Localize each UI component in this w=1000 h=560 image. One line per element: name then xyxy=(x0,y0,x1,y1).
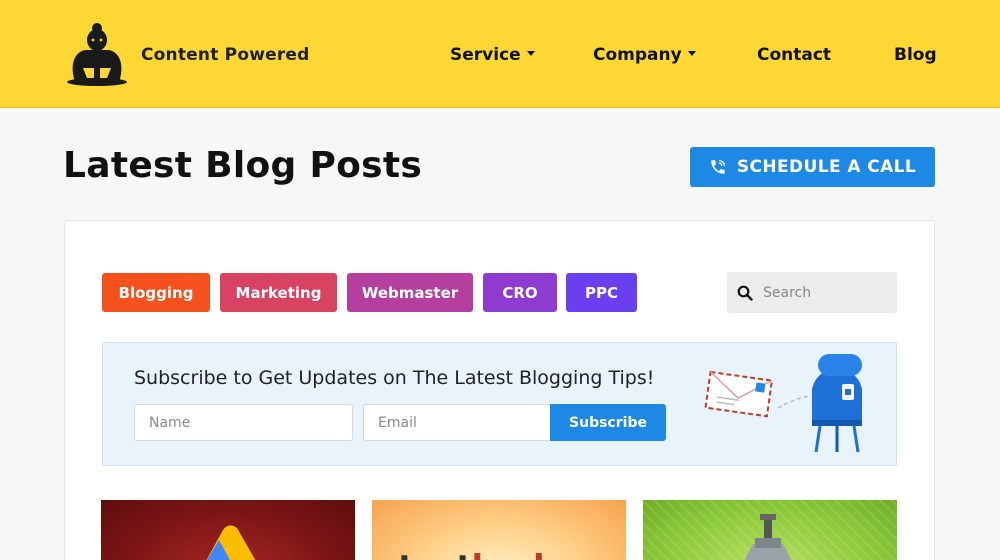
nav-contact[interactable]: Contact xyxy=(757,45,831,65)
category-marketing[interactable]: Marketing xyxy=(220,273,337,312)
subscribe-heading: Subscribe to Get Updates on The Latest B… xyxy=(134,367,655,389)
nav-service-label: Service xyxy=(450,45,521,65)
thumb-text-part: broker xyxy=(472,548,593,560)
search-box[interactable] xyxy=(727,272,897,313)
brand-name[interactable]: Content Powered xyxy=(141,45,310,65)
google-ads-logo xyxy=(206,525,256,560)
category-ppc[interactable]: PPC xyxy=(566,273,637,312)
phone-icon xyxy=(711,159,725,174)
email-field[interactable] xyxy=(363,404,553,441)
nav-company-label: Company xyxy=(593,45,682,65)
nav-blog-label: Blog xyxy=(894,45,937,65)
category-cro[interactable]: CRO xyxy=(483,273,557,312)
search-input[interactable] xyxy=(763,284,883,301)
nav-contact-label: Contact xyxy=(757,45,832,65)
nav-company[interactable]: Company xyxy=(593,45,696,65)
search-icon[interactable] xyxy=(737,285,753,301)
chevron-down-icon xyxy=(526,50,535,56)
sumo-wrestler-icon[interactable] xyxy=(63,20,131,88)
name-field[interactable] xyxy=(134,404,353,441)
category-label: Blogging xyxy=(118,283,194,302)
category-label: CRO xyxy=(502,283,538,302)
mailbox-envelope-icon xyxy=(704,354,862,453)
green-machine-illustration xyxy=(744,514,792,560)
thumb-text-part: text xyxy=(398,548,472,560)
nav-service[interactable]: Service xyxy=(450,45,535,65)
category-webmaster[interactable]: Webmaster xyxy=(347,273,473,312)
chevron-down-icon xyxy=(687,50,696,56)
subscribe-button[interactable]: Subscribe xyxy=(550,404,666,441)
site-header: Content Powered Service Company Contact … xyxy=(0,0,1000,108)
post-thumbnail[interactable] xyxy=(643,500,897,560)
page-title: Latest Blog Posts xyxy=(63,145,423,186)
category-blogging[interactable]: Blogging xyxy=(102,273,210,312)
textbroker-logo: textbroker xyxy=(398,548,593,560)
category-label: Webmaster xyxy=(361,283,459,302)
nav-blog[interactable]: Blog xyxy=(894,45,937,65)
schedule-call-button[interactable]: SCHEDULE A CALL xyxy=(690,147,935,187)
post-thumbnail[interactable]: textbroker xyxy=(372,500,626,560)
category-label: Marketing xyxy=(235,283,322,302)
schedule-call-label: SCHEDULE A CALL xyxy=(736,157,917,177)
post-thumbnail[interactable] xyxy=(101,500,355,560)
category-label: PPC xyxy=(585,283,618,302)
